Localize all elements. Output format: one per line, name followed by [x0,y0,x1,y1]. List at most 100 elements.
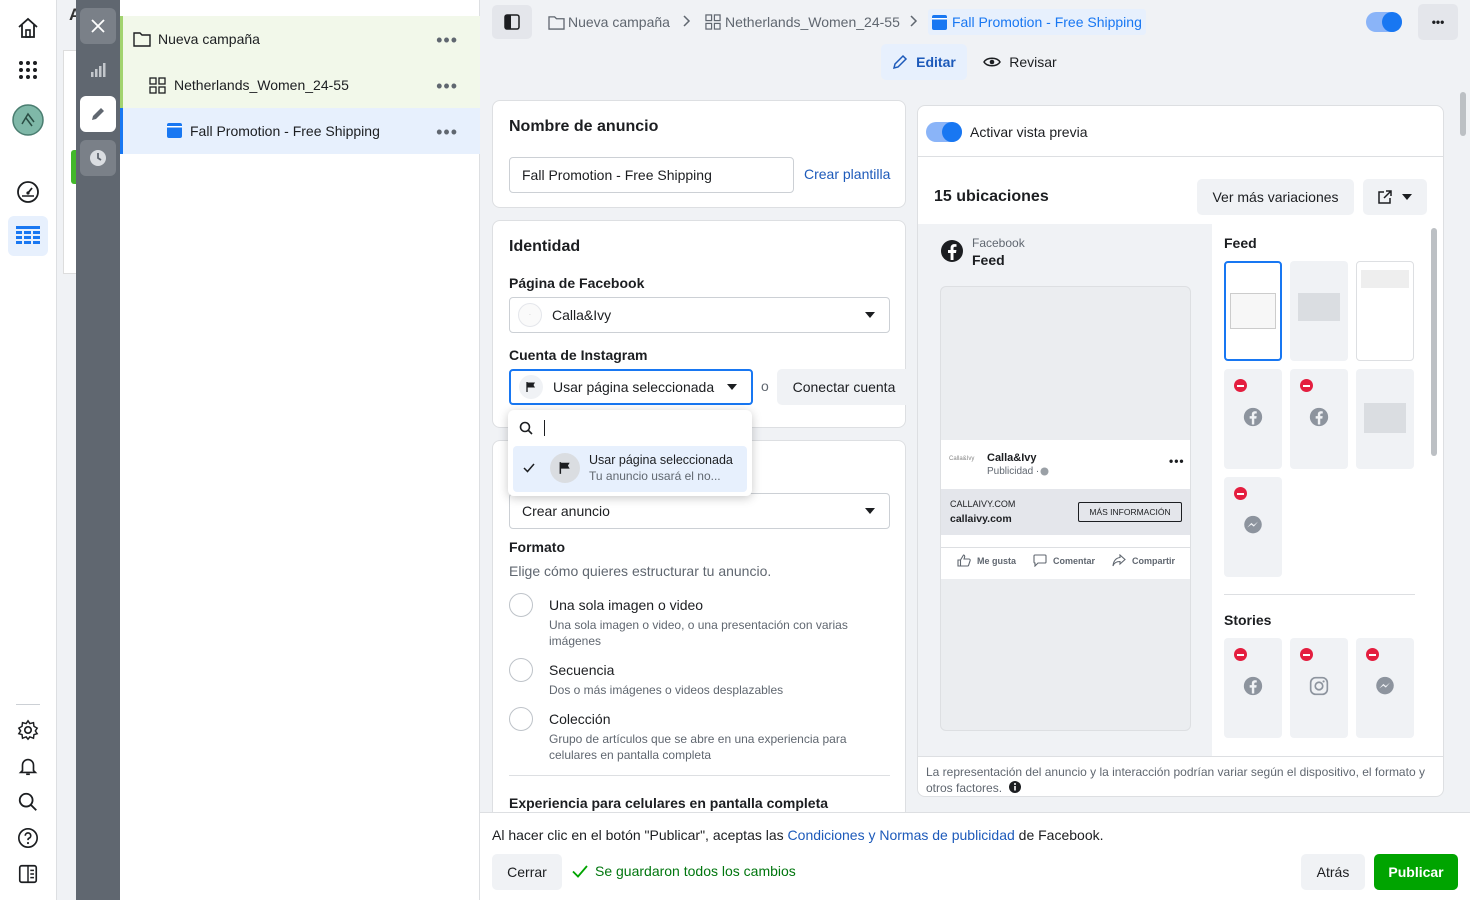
identity-section: Identidad Página de Facebook · Calla&Ivy… [492,220,911,428]
tree-row-ad[interactable]: Fall Promotion - Free Shipping ••• [120,108,480,154]
globe-icon [1040,467,1049,476]
tree-row-adset[interactable]: Netherlands_Women_24-55 ••• [120,62,480,108]
format-carousel-desc: Dos o más imágenes o videos desplazables [549,683,784,697]
preview-placement: Feed [972,252,1005,268]
breadcrumb-ad[interactable]: Fall Promotion - Free Shipping [928,9,1146,35]
search-icon[interactable] [8,782,48,822]
post-sponsored-label: Publicidad · [987,466,1040,477]
ad-active-toggle[interactable] [1366,12,1402,32]
format-radio-single[interactable] [509,593,533,617]
thumb-instagram-feed[interactable] [1290,261,1348,361]
settings-gear-icon[interactable] [8,710,48,750]
apps-grid-icon[interactable] [8,50,48,90]
review-mode-label: Revisar [1009,54,1057,70]
connect-account-button[interactable]: Conectar cuenta [777,369,911,405]
facebook-icon [1243,676,1263,696]
unavailable-icon [1300,648,1313,661]
review-mode-button[interactable]: Revisar [977,44,1063,80]
history-view-button[interactable] [80,140,116,176]
post-domain: callaivy.com [950,513,1012,525]
instagram-account-dropdown: Usar página seleccionada Tu anuncio usar… [508,410,752,496]
dropdown-search-input[interactable] [544,420,545,436]
breadcrumb-campaign-label: Nueva campaña [568,14,670,30]
thumb-facebook-stories[interactable] [1224,638,1282,738]
messenger-icon [1376,676,1394,695]
create-template-link[interactable]: Crear plantilla [804,166,890,182]
panel-toggle-icon[interactable] [8,854,48,894]
facebook-icon [1309,407,1329,427]
dropdown-option-subtitle: Tu anuncio usará el no... [589,469,721,483]
publish-button[interactable]: Publicar [1374,854,1458,890]
thumb-messenger-inbox[interactable] [1224,477,1282,577]
help-question-icon[interactable] [8,818,48,858]
dashboard-gauge-icon[interactable] [8,172,48,212]
home-icon[interactable] [8,8,48,48]
ad-preview-section: Activar vista previa 15 ubicaciones Ver … [917,105,1444,797]
thumb-marketplace[interactable] [1356,261,1414,361]
external-link-icon [1378,190,1392,204]
thumb-instagram-explore[interactable] [1356,369,1414,469]
toggle-sidebar-button[interactable] [492,5,532,39]
account-avatar[interactable] [8,100,48,140]
edit-mode-button[interactable]: Editar [881,44,967,80]
thumb-divider [1224,594,1415,595]
thumb-facebook-feed[interactable] [1224,261,1282,361]
instagram-account-value: Usar página seleccionada [553,379,715,395]
more-options-button[interactable]: ••• [1418,4,1458,40]
main-scrollbar[interactable] [1458,88,1468,808]
tree-campaign-label: Nueva campaña [158,31,260,47]
fullscreen-experience-label: Experiencia para celulares en pantalla c… [509,795,829,811]
unavailable-icon [1234,487,1247,500]
instagram-icon [1309,676,1329,696]
format-radio-carousel[interactable] [509,658,533,682]
post-header: Calla&Ivy Calla&Ivy Publicidad · ••• [941,440,1190,489]
eye-icon [983,57,1002,67]
tree-campaign-more-button[interactable]: ••• [436,30,458,51]
ad-square-icon [167,123,182,138]
tree-adset-more-button[interactable]: ••• [436,76,458,97]
ads-manager-table-icon[interactable] [8,216,48,256]
phone-mockup: Calla&Ivy Calla&Ivy Publicidad · ••• CAL… [940,286,1191,731]
thumb-messenger-stories[interactable] [1356,638,1414,738]
comment-icon [1033,554,1047,567]
flag-icon [519,375,543,399]
save-status-text: Se guardaron todos los cambios [595,863,796,879]
edit-view-button[interactable] [80,96,116,132]
thumb-facebook-video-feeds[interactable] [1224,369,1282,469]
breadcrumb-adset[interactable]: Netherlands_Women_24-55 [705,9,900,35]
ad-policies-link[interactable]: Condiciones y Normas de publicidad [788,827,1015,843]
ad-creation-select[interactable]: Crear anuncio [509,493,890,529]
like-action: Me gusta [957,554,1016,567]
edit-mode-label: Editar [916,54,956,70]
thumb-instagram-stories[interactable] [1290,638,1348,738]
page-avatar: · [518,303,542,327]
ad-square-icon [932,14,947,30]
preview-toggle[interactable] [926,122,962,142]
identity-title: Identidad [509,238,581,255]
back-button[interactable]: Atrás [1301,854,1365,890]
instagram-account-select[interactable]: Usar página seleccionada [509,369,753,405]
terms-prefix: Al hacer clic en el botón "Publicar", ac… [492,827,788,843]
preview-disclaimer-text: La representación del anuncio y la inter… [926,765,1425,795]
thumb-facebook-right-column[interactable] [1290,369,1348,469]
notifications-bell-icon[interactable] [8,746,48,786]
ad-name-input[interactable]: Fall Promotion - Free Shipping [509,157,794,193]
tree-row-campaign[interactable]: Nueva campaña ••• [120,16,480,62]
close-editor-button[interactable] [80,8,116,44]
pencil-icon [92,108,104,120]
editor-side-rail [76,0,120,900]
ad-name-title: Nombre de anuncio [509,118,659,135]
charts-view-button[interactable] [80,52,116,88]
tree-ad-more-button[interactable]: ••• [436,122,458,143]
facebook-page-select[interactable]: · Calla&Ivy [509,297,890,333]
info-icon[interactable] [1009,781,1022,793]
thumbnails-scrollbar[interactable] [1431,228,1437,456]
breadcrumb-campaign[interactable]: Nueva campaña [548,9,670,35]
close-button[interactable]: Cerrar [492,854,562,890]
more-variations-button[interactable]: Ver más variaciones [1197,179,1354,215]
dropdown-option-title: Usar página seleccionada [589,453,733,467]
format-radio-collection[interactable] [509,707,533,731]
dropdown-option-use-selected-page[interactable]: Usar página seleccionada Tu anuncio usar… [513,446,747,492]
share-preview-button[interactable] [1363,179,1427,215]
adset-grid-icon [149,77,166,94]
